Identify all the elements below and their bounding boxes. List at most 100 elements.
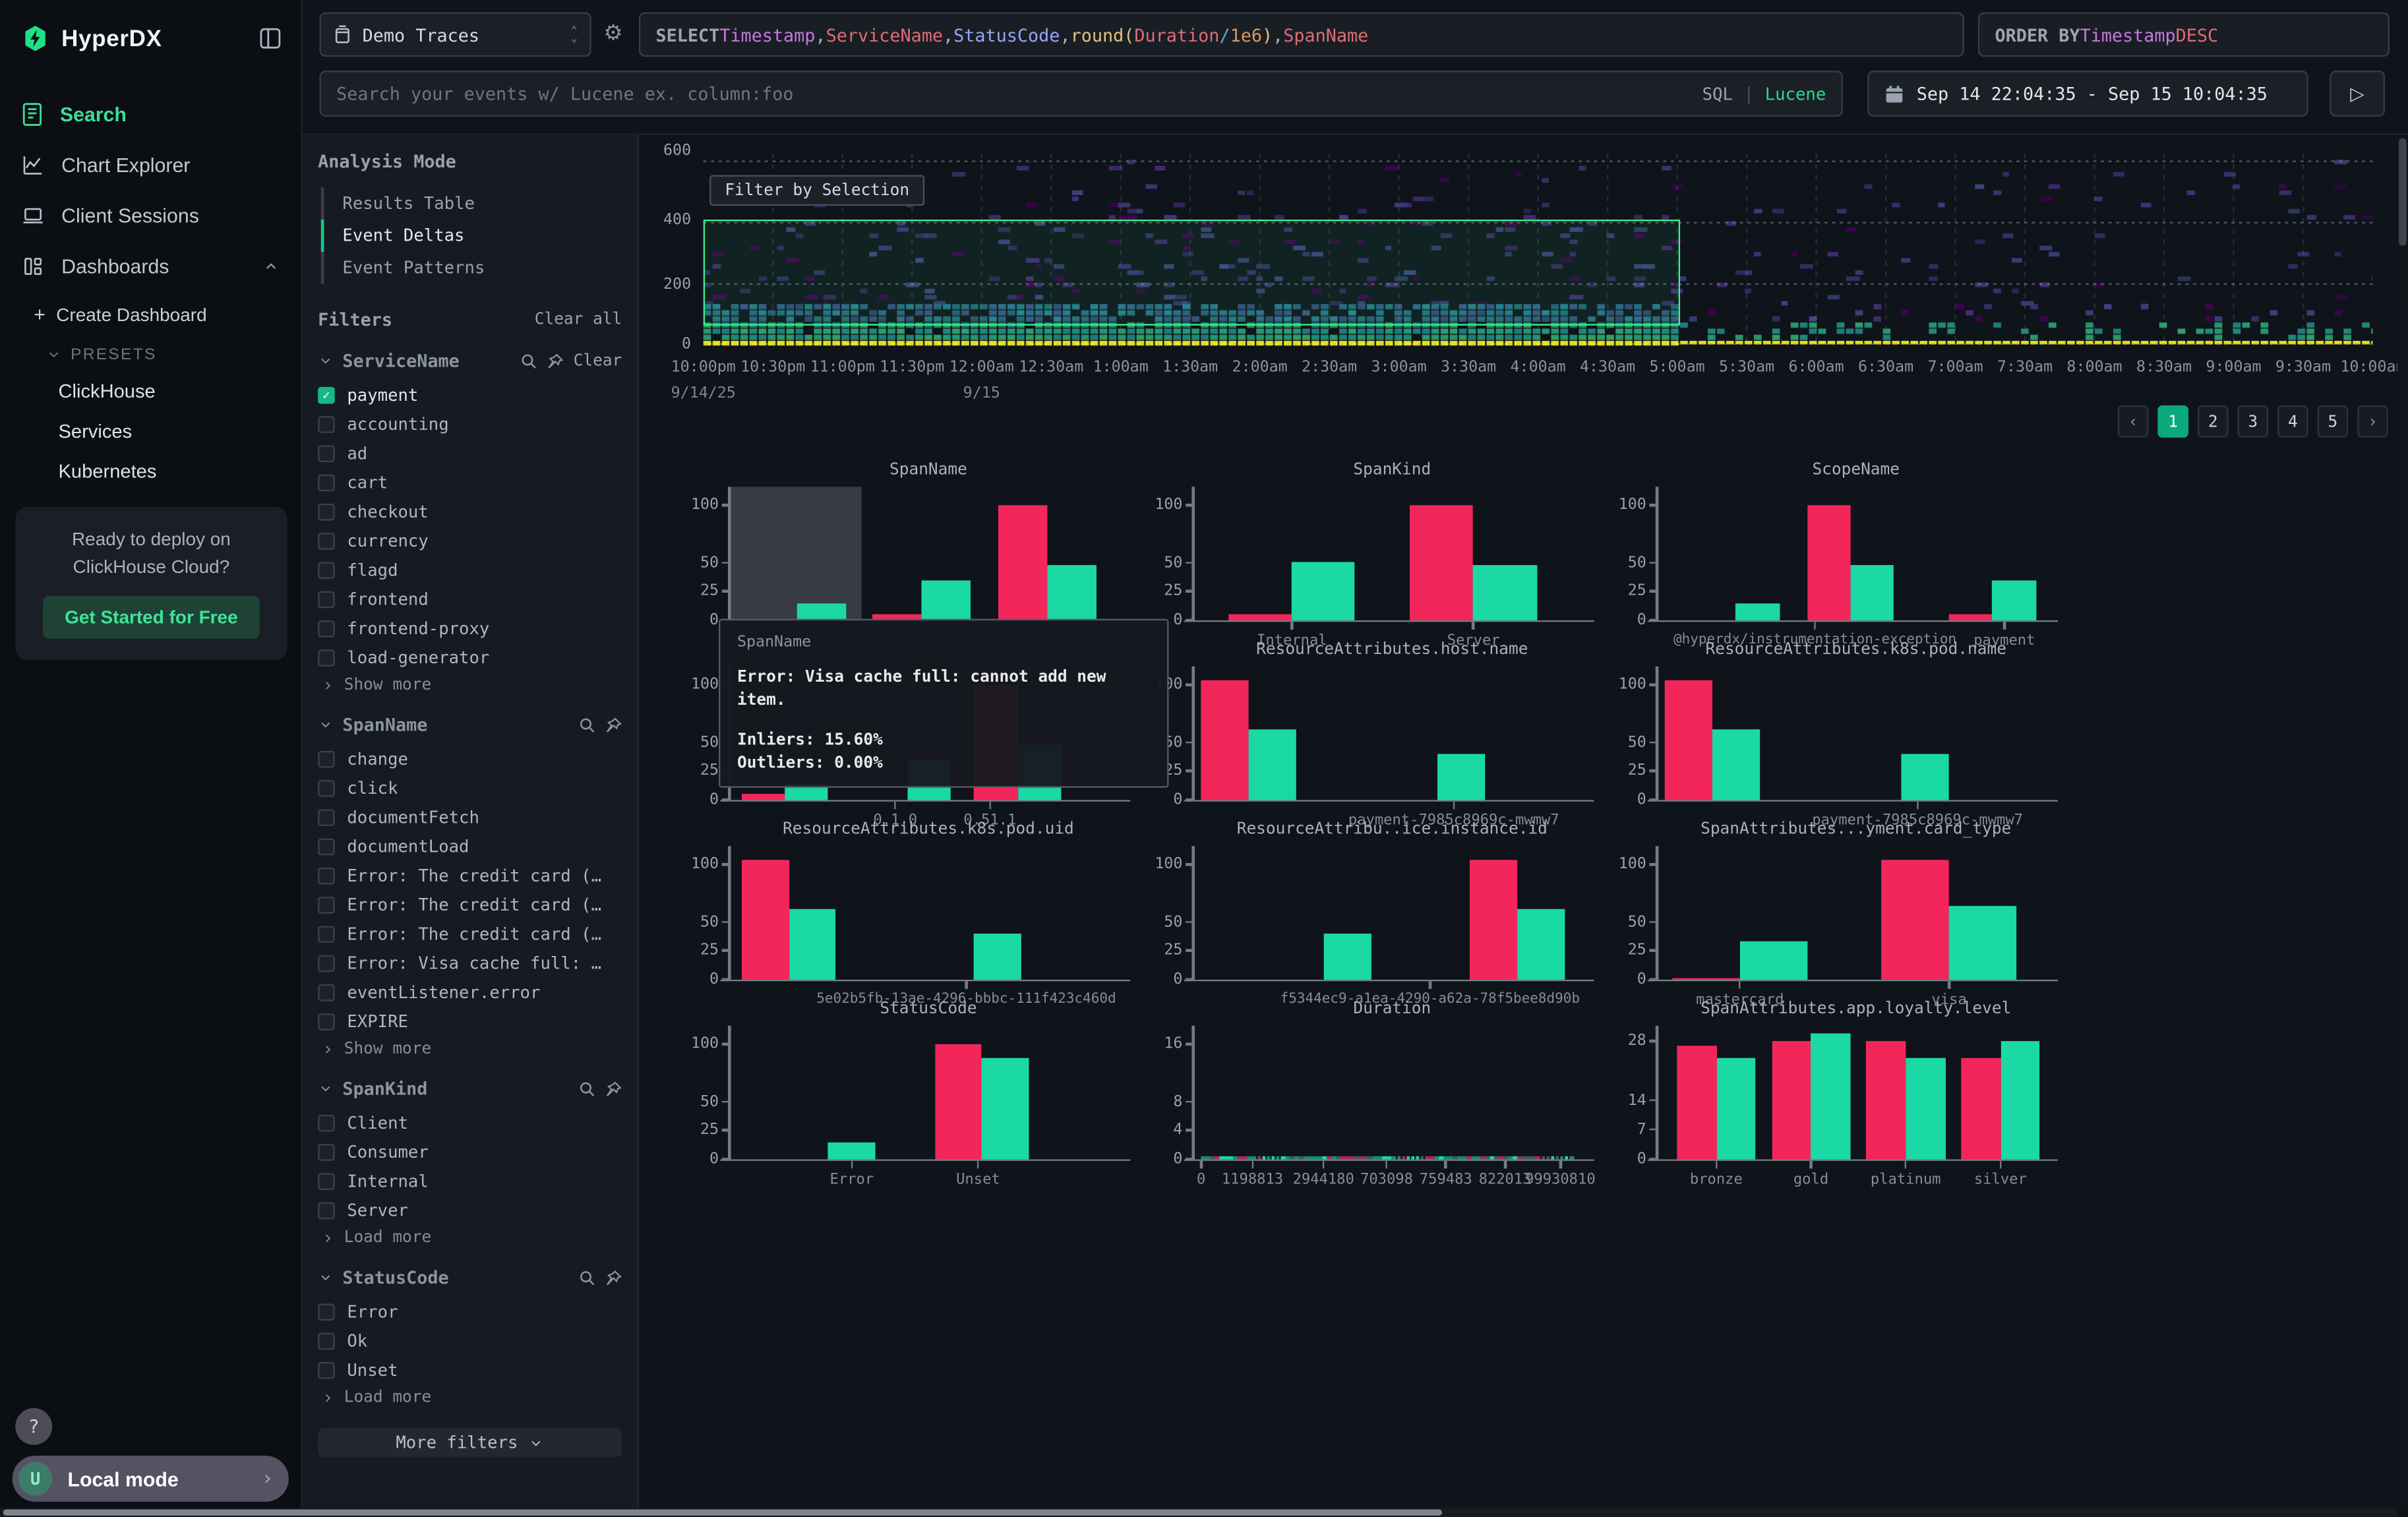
filter-group-title[interactable]: SpanName bbox=[342, 714, 427, 736]
filter-checkbox-row[interactable]: EXPIRE bbox=[318, 1007, 622, 1035]
sidebar-item-chart-explorer[interactable]: Chart Explorer bbox=[0, 140, 301, 191]
local-mode-menu[interactable]: U Local mode › bbox=[13, 1456, 289, 1502]
run-query-button[interactable]: ▷ bbox=[2330, 71, 2385, 117]
heatmap-selection-region[interactable] bbox=[704, 220, 1680, 326]
checkbox-unchecked[interactable] bbox=[318, 925, 335, 942]
inlier-bar[interactable] bbox=[1906, 1059, 1945, 1160]
pagination-prev-button[interactable]: ‹ bbox=[2118, 405, 2149, 438]
inlier-bar[interactable] bbox=[1736, 603, 1780, 620]
checkbox-unchecked[interactable] bbox=[318, 1332, 335, 1349]
sidebar-item-client-sessions[interactable]: Client Sessions bbox=[0, 191, 301, 241]
inlier-bar[interactable] bbox=[1740, 942, 1807, 980]
outlier-bar[interactable] bbox=[1866, 1042, 1906, 1159]
filter-checkbox-row[interactable]: checkout bbox=[318, 498, 622, 525]
chevron-down-icon[interactable] bbox=[318, 717, 333, 732]
filter-checkbox-row[interactable]: Error bbox=[318, 1297, 622, 1325]
mode-lucene-toggle[interactable]: Lucene bbox=[1765, 84, 1826, 104]
filter-checkbox-row[interactable]: documentLoad bbox=[318, 832, 622, 860]
facet-search-icon[interactable] bbox=[579, 1081, 596, 1098]
filter-group-title[interactable]: ServiceName bbox=[342, 350, 459, 372]
chevron-down-icon[interactable] bbox=[318, 353, 333, 369]
pagination-page-3[interactable]: 3 bbox=[2237, 405, 2268, 438]
outlier-bar[interactable] bbox=[1470, 860, 1517, 980]
filter-checkbox-row[interactable]: load-generator bbox=[318, 643, 622, 671]
checkbox-unchecked[interactable] bbox=[318, 1143, 335, 1160]
checkbox-unchecked[interactable] bbox=[318, 503, 335, 520]
checkbox-unchecked[interactable] bbox=[318, 532, 335, 549]
inlier-bar[interactable] bbox=[1850, 566, 1894, 620]
checkbox-unchecked[interactable] bbox=[318, 1013, 335, 1030]
chart-plot[interactable]: 10050250payment-7985c8969c-mwmw7 bbox=[1193, 674, 1588, 800]
inlier-bar[interactable] bbox=[1902, 754, 1949, 800]
checkbox-unchecked[interactable] bbox=[318, 984, 335, 1001]
facet-pin-icon[interactable] bbox=[605, 1081, 622, 1098]
chevron-down-icon[interactable] bbox=[318, 1270, 333, 1285]
chart-plot[interactable]: 100502505e02b5fb-13ae-4296-bbbc-111f423c… bbox=[729, 854, 1124, 980]
filter-checkbox-row[interactable]: Consumer bbox=[318, 1138, 622, 1166]
date-range-picker[interactable]: Sep 14 22:04:35 - Sep 15 10:04:35 bbox=[1867, 71, 2308, 117]
preset-link-services[interactable]: Services bbox=[0, 411, 301, 452]
filter-checkbox-row[interactable]: ad bbox=[318, 439, 622, 467]
chevron-down-icon[interactable] bbox=[318, 1081, 333, 1096]
inlier-bar[interactable] bbox=[982, 1059, 1029, 1160]
outlier-bar[interactable] bbox=[1677, 1046, 1716, 1160]
filter-checkbox-row[interactable]: frontend bbox=[318, 585, 622, 612]
chart-plot[interactable]: 10050250payment-7985c8969c-mwmw7 bbox=[1657, 674, 2052, 800]
checkbox-unchecked[interactable] bbox=[318, 1361, 335, 1379]
inlier-bar[interactable] bbox=[1474, 566, 1537, 620]
inlier-bar[interactable] bbox=[1993, 580, 2036, 620]
facet-search-icon[interactable] bbox=[579, 1269, 596, 1286]
outlier-bar[interactable] bbox=[1882, 860, 1949, 980]
filter-checkbox-row[interactable]: Server bbox=[318, 1196, 622, 1224]
sidebar-item-search[interactable]: Search bbox=[0, 89, 301, 140]
checkbox-unchecked[interactable] bbox=[318, 1172, 335, 1189]
help-button[interactable]: ? bbox=[15, 1408, 52, 1445]
filter-checkbox-row[interactable]: click bbox=[318, 774, 622, 802]
inlier-bar[interactable] bbox=[1716, 1059, 1756, 1160]
outlier-bar[interactable] bbox=[974, 686, 1017, 800]
horizontal-scrollbar-thumb[interactable] bbox=[3, 1510, 1441, 1516]
pagination-page-2[interactable]: 2 bbox=[2198, 405, 2229, 438]
checkbox-unchecked[interactable] bbox=[318, 867, 335, 884]
inlier-bar[interactable] bbox=[974, 934, 1021, 980]
create-dashboard-button[interactable]: + Create Dashboard bbox=[0, 292, 301, 337]
inlier-bar[interactable] bbox=[1248, 729, 1296, 800]
filter-checkbox-row[interactable]: cart bbox=[318, 468, 622, 496]
more-filters-button[interactable]: More filters bbox=[318, 1428, 622, 1457]
outlier-bar[interactable] bbox=[1229, 614, 1292, 620]
chart-plot[interactable]: 100502500.1.00.51.1 bbox=[729, 674, 1124, 800]
checkbox-unchecked[interactable] bbox=[318, 474, 335, 491]
checkbox-unchecked[interactable] bbox=[318, 896, 335, 913]
filter-checkbox-row[interactable]: accounting bbox=[318, 410, 622, 438]
facet-pin-icon[interactable] bbox=[605, 1269, 622, 1286]
inlier-bar[interactable] bbox=[921, 580, 971, 620]
filter-checkbox-row[interactable]: ✓payment bbox=[318, 381, 622, 409]
pagination-page-1[interactable]: 1 bbox=[2157, 405, 2188, 438]
pagination-next-button[interactable]: › bbox=[2357, 405, 2388, 438]
filter-checkbox-row[interactable]: frontend-proxy bbox=[318, 614, 622, 642]
outlier-bar[interactable] bbox=[741, 793, 785, 800]
inlier-bar[interactable] bbox=[1517, 908, 1565, 980]
checkbox-unchecked[interactable] bbox=[318, 779, 335, 796]
mode-event-deltas[interactable]: Event Deltas bbox=[321, 220, 622, 252]
checkbox-unchecked[interactable] bbox=[318, 561, 335, 578]
checkbox-unchecked[interactable] bbox=[318, 1114, 335, 1131]
filter-group-title[interactable]: SpanKind bbox=[342, 1078, 427, 1100]
filter-checkbox-row[interactable]: Error: The credit card (… bbox=[318, 920, 622, 947]
checkbox-unchecked[interactable] bbox=[318, 750, 335, 767]
inlier-bar[interactable] bbox=[1438, 754, 1486, 800]
preset-link-clickhouse[interactable]: ClickHouse bbox=[0, 372, 301, 412]
outlier-bar[interactable] bbox=[1961, 1059, 2001, 1160]
outlier-bar[interactable] bbox=[998, 506, 1047, 620]
chart-plot[interactable]: 281470bronzegoldplatinumsilver bbox=[1657, 1033, 2052, 1159]
mode-event-patterns[interactable]: Event Patterns bbox=[321, 252, 622, 284]
inlier-bar[interactable] bbox=[1712, 729, 1760, 800]
outlier-bar[interactable] bbox=[1772, 1042, 1811, 1159]
filter-checkbox-row[interactable]: Error: The credit card (… bbox=[318, 862, 622, 889]
chart-plot[interactable]: 10050250f5344ec9-a1ea-4290-a62a-78f5bee8… bbox=[1193, 854, 1588, 980]
inlier-bar[interactable] bbox=[907, 760, 951, 800]
filter-checkbox-row[interactable]: Error: The credit card (… bbox=[318, 891, 622, 918]
gear-icon[interactable]: ⚙ bbox=[603, 22, 622, 46]
filter-checkbox-row[interactable]: documentFetch bbox=[318, 803, 622, 831]
show-more-button[interactable]: Load more bbox=[321, 1388, 622, 1407]
